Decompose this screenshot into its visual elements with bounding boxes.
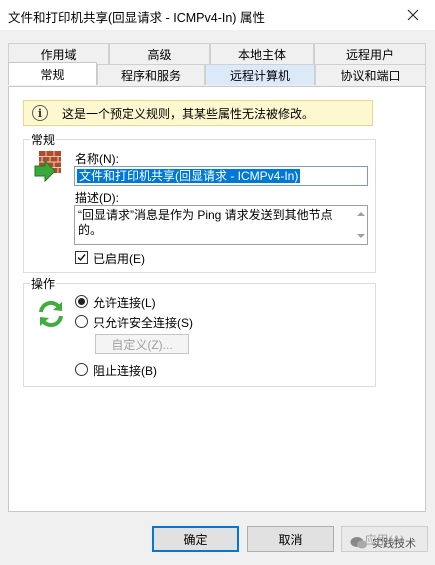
watermark: 实践技术: [350, 533, 416, 553]
description-field[interactable]: “回显请求”消息是作为 Ping 请求发送到其他节点的。: [74, 205, 368, 245]
description-field-value: “回显请求”消息是作为 Ping 请求发送到其他节点的。: [78, 208, 333, 237]
enabled-label: 已启用(E): [93, 252, 145, 266]
description-label: 描述(D):: [75, 191, 119, 205]
radio-block[interactable]: [75, 363, 88, 376]
properties-dialog: 文件和打印机共享(回显请求 - ICMPv4-In) 属性 作用域 高级 本地主…: [0, 0, 435, 565]
tab-remote-users[interactable]: 远程用户: [314, 43, 426, 64]
window-title: 文件和打印机共享(回显请求 - ICMPv4-In) 属性: [8, 11, 265, 25]
tab-protocols-ports[interactable]: 协议和端口: [315, 64, 426, 85]
tab-programs-services[interactable]: 程序和服务: [97, 64, 205, 85]
action-group-label: 操作: [30, 275, 57, 292]
tab-row-top: 作用域 高级 本地主体 远程用户: [8, 43, 426, 64]
radio-allow-secure[interactable]: [75, 315, 88, 328]
radio-block-label: 阻止连接(B): [93, 364, 157, 378]
tab-scope[interactable]: 作用域: [8, 43, 109, 64]
tab-row-bottom: 常规 程序和服务 远程计算机 协议和端口: [8, 62, 426, 85]
enabled-checkbox[interactable]: [75, 251, 88, 264]
title-bar: 文件和打印机共享(回显请求 - ICMPv4-In) 属性: [0, 0, 435, 30]
customize-button[interactable]: 自定义(Z)...: [95, 334, 189, 354]
name-label: 名称(N):: [75, 152, 119, 166]
ok-button[interactable]: 确定: [152, 526, 239, 552]
close-button[interactable]: [391, 0, 435, 30]
radio-allow-secure-label: 只允许安全连接(S): [93, 316, 193, 330]
tab-general[interactable]: 常规: [8, 62, 97, 85]
tab-local-principals[interactable]: 本地主体: [210, 43, 314, 64]
scroll-up-icon[interactable]: [357, 212, 365, 216]
wechat-icon: [350, 537, 367, 549]
cancel-button[interactable]: 取消: [247, 526, 334, 552]
tab-remote-computers[interactable]: 远程计算机: [205, 64, 315, 85]
name-field-value: 文件和打印机共享(回显请求 - ICMPv4-In): [77, 169, 301, 183]
info-bar-text: 这是一个预定义规则，其某些属性无法被修改。: [62, 106, 315, 121]
info-icon: i: [32, 105, 48, 121]
recycle-arrows-icon: [39, 300, 63, 328]
close-icon: [407, 9, 419, 21]
watermark-text: 实践技术: [372, 538, 416, 550]
checkmark-icon: [77, 254, 86, 262]
radio-allow[interactable]: [75, 295, 88, 308]
name-field[interactable]: 文件和打印机共享(回显请求 - ICMPv4-In): [74, 166, 368, 186]
tab-advanced[interactable]: 高级: [109, 43, 210, 64]
radio-allow-label: 允许连接(L): [93, 296, 156, 310]
scroll-down-icon[interactable]: [357, 234, 365, 238]
general-group-label: 常规: [30, 131, 57, 148]
radio-selected-dot: [78, 298, 85, 305]
info-bar: i 这是一个预定义规则，其某些属性无法被修改。: [23, 100, 373, 126]
firewall-rule-icon: [34, 151, 61, 183]
